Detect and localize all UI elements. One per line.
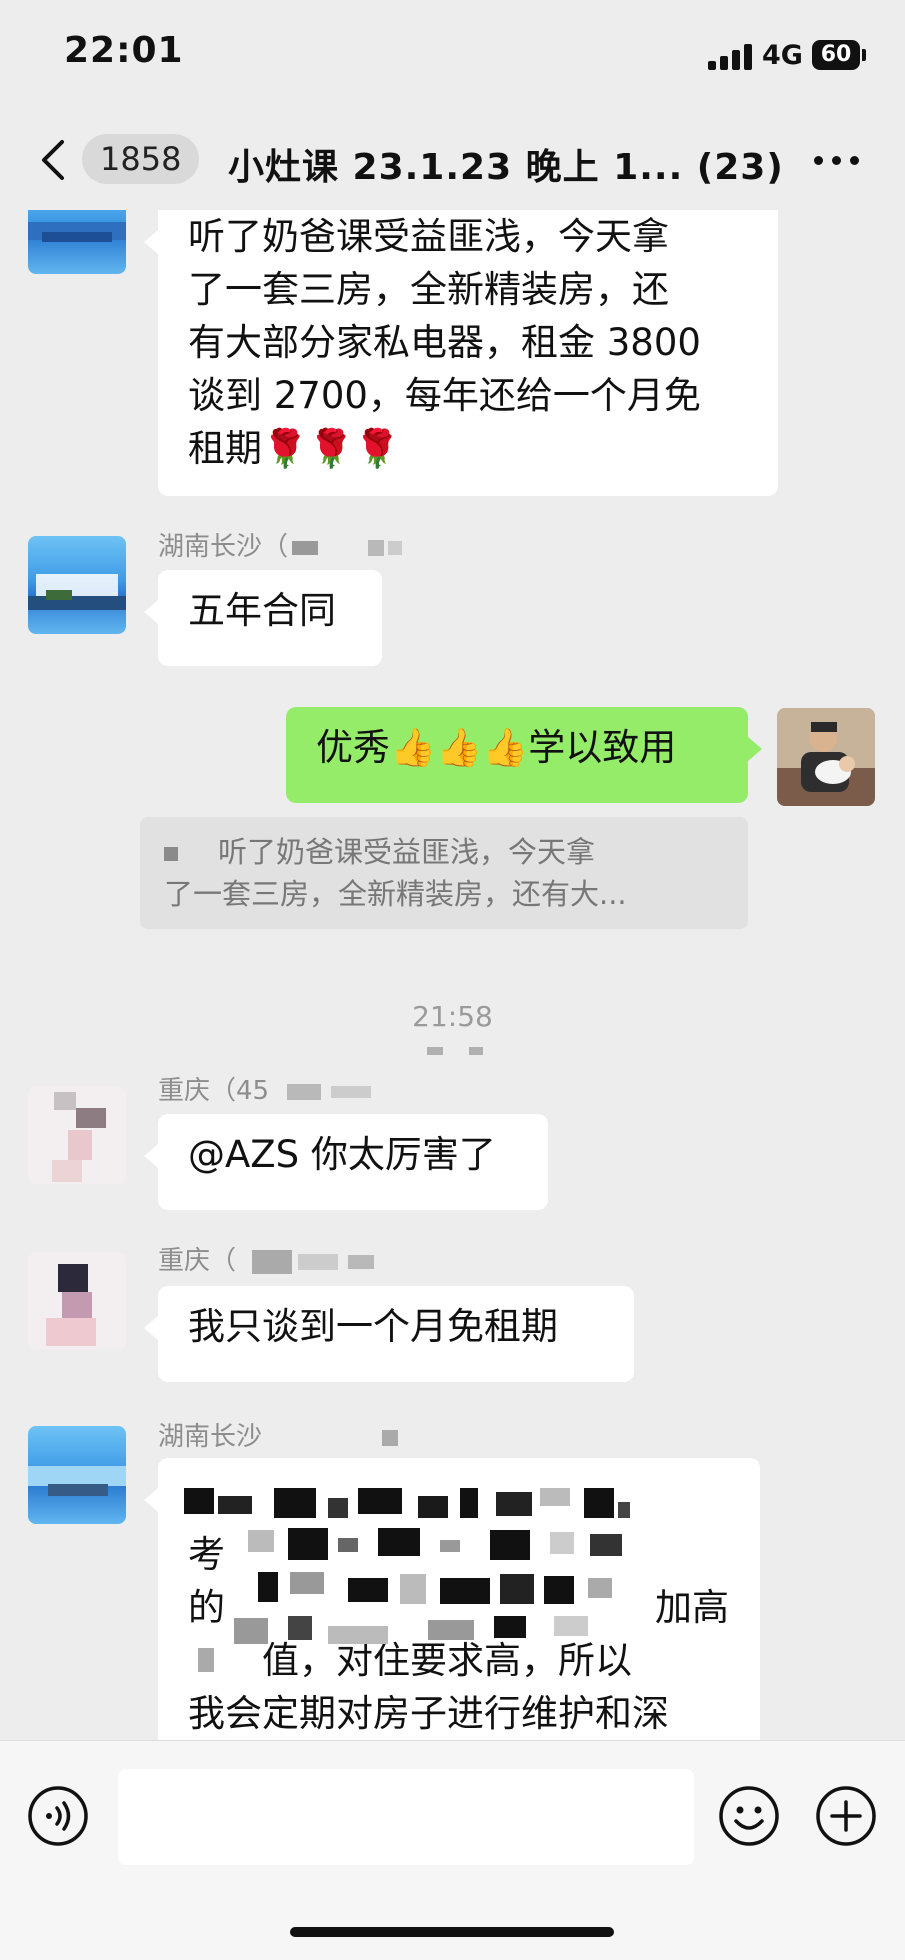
- blurred-text: [468, 1047, 483, 1055]
- avatar[interactable]: [28, 536, 126, 634]
- time-stamp-text: 21:58: [412, 1000, 493, 1033]
- sender-name-text: 重庆（: [158, 1246, 237, 1276]
- blurred-text: [348, 1254, 375, 1269]
- message-line: 租期🌹🌹🌹: [188, 427, 401, 470]
- person-photo-icon: [777, 708, 875, 806]
- voice-icon[interactable]: [27, 1785, 89, 1847]
- quote-text: 了一套三房，全新精装房，还有大...: [164, 877, 627, 911]
- message-bubble[interactable]: 我只谈到一个月免租期: [144, 1286, 634, 1382]
- blurred-text: [388, 540, 403, 555]
- message-line: 听了奶爸课受益匪浅，今天拿: [188, 215, 669, 258]
- blurred-text: [292, 540, 319, 555]
- blurred-text: [368, 539, 385, 556]
- my-message-bubble[interactable]: 优秀👍👍👍学以致用: [286, 707, 762, 803]
- message-text: 五年合同: [188, 589, 336, 632]
- message-bubble[interactable]: 听了奶爸课受益匪浅，今天拿 了一套三房，全新精装房，还 有大部分家私电器，租金 …: [144, 210, 778, 496]
- blurred-text: [164, 847, 178, 861]
- sender-name: 重庆（: [158, 1240, 375, 1277]
- sender-name-text: 湖南长沙: [158, 1422, 263, 1452]
- blurred-text: [287, 1083, 322, 1100]
- message-line: 了一套三房，全新精装房，还: [188, 268, 669, 311]
- blurred-text: [426, 1047, 443, 1055]
- more-icon[interactable]: [814, 156, 860, 166]
- chat-title: 小灶课 23.1.23 晚上 1... (23): [228, 147, 784, 188]
- sender-name: 重庆（45: [158, 1070, 372, 1107]
- message-text: 优秀👍👍👍学以致用: [316, 726, 677, 769]
- signal-icon: [708, 44, 754, 70]
- quote-line-1: 听了奶爸课受益匪浅，今天拿: [164, 831, 724, 873]
- message-line: 谈到 2700，每年还给一个月免: [188, 374, 701, 417]
- message-text: @AZS 你太厉害了: [188, 1133, 496, 1176]
- status-bar: 22:01 4G 60: [0, 0, 905, 110]
- chat-area[interactable]: 听了奶爸课受益匪浅，今天拿 了一套三房，全新精装房，还 有大部分家私电器，租金 …: [0, 210, 905, 1740]
- mosaic-overlay: [184, 1488, 630, 1672]
- message-bubble[interactable]: @AZS 你太厉害了: [144, 1114, 548, 1210]
- emoji-icon[interactable]: [718, 1785, 780, 1847]
- avatar[interactable]: [28, 1252, 126, 1350]
- sender-name: 湖南长沙（: [158, 526, 403, 563]
- nav-bar: 1858 小灶课 23.1.23 晚上 1... (23): [0, 110, 905, 210]
- blurred-text: [382, 1429, 399, 1446]
- network-type: 4G: [762, 40, 803, 71]
- status-time: 22:01: [64, 30, 184, 71]
- blurred-text: [252, 1249, 293, 1274]
- message-line: 我会定期对房子进行维护和深: [188, 1692, 669, 1735]
- back-icon[interactable]: [36, 138, 72, 182]
- quote-text: 听了奶爸课受益匪浅，今天拿: [218, 835, 596, 869]
- unread-count-badge[interactable]: 1858: [82, 134, 200, 184]
- message-text: 我只谈到一个月免租期: [188, 1305, 558, 1348]
- blurred-text: [331, 1085, 372, 1098]
- battery-icon: 60: [812, 40, 866, 70]
- self-avatar[interactable]: [777, 708, 875, 806]
- avatar[interactable]: [28, 1426, 126, 1524]
- unread-count: 1858: [100, 140, 182, 178]
- home-indicator[interactable]: [290, 1927, 614, 1937]
- input-bar: [0, 1740, 905, 1960]
- time-stamp: 21:58: [0, 1000, 905, 1066]
- message-bubble[interactable]: 考 的加高 值，对住要求高，所以 我会定期对房子进行维护和深: [144, 1458, 760, 1740]
- message-line: 有大部分家私电器，租金 3800: [188, 321, 701, 364]
- battery-level: 60: [820, 42, 852, 67]
- sender-name: 湖南长沙: [158, 1416, 399, 1453]
- blurred-text: [298, 1253, 339, 1270]
- quoted-message[interactable]: 听了奶爸课受益匪浅，今天拿 了一套三房，全新精装房，还有大...: [140, 817, 748, 929]
- plus-icon[interactable]: [815, 1785, 877, 1847]
- sender-name-text: 重庆（45: [158, 1076, 270, 1106]
- message-input[interactable]: [118, 1769, 694, 1865]
- avatar[interactable]: [28, 210, 126, 274]
- message-bubble[interactable]: 五年合同: [144, 570, 382, 666]
- avatar[interactable]: [28, 1086, 126, 1184]
- sender-name-text: 湖南长沙（: [158, 532, 289, 562]
